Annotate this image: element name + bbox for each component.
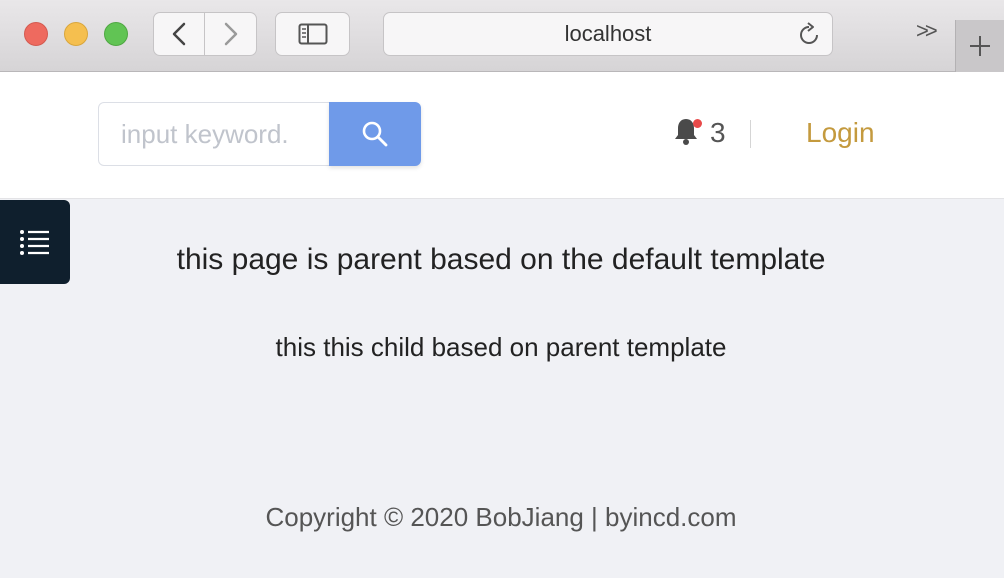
notification-dot: [693, 119, 702, 128]
toolbar-overflow-button[interactable]: >>: [916, 18, 938, 44]
minimize-window-button[interactable]: [64, 22, 88, 46]
notifications-button[interactable]: [672, 116, 702, 146]
parent-template-text: this page is parent based on the default…: [176, 243, 826, 276]
notification-count: 3: [710, 117, 726, 148]
site-header: 3 Login: [0, 72, 1004, 199]
footer-copyright: Copyright © 2020 BobJiang | byincd.com: [265, 502, 737, 532]
close-window-button[interactable]: [24, 22, 48, 46]
search-button[interactable]: [329, 102, 421, 166]
sidebar-icon: [298, 23, 327, 45]
search-input[interactable]: [98, 102, 330, 166]
chevron-right-icon: [224, 22, 237, 46]
login-link[interactable]: Login: [806, 117, 875, 149]
plus-icon: [970, 36, 990, 56]
search-icon: [362, 121, 388, 147]
address-text: localhost: [564, 21, 652, 46]
reload-icon[interactable]: [796, 22, 822, 48]
child-template-text: this this child based on parent template: [275, 332, 727, 362]
forward-button[interactable]: [205, 12, 257, 56]
browser-toolbar: localhost >>: [0, 0, 1004, 72]
new-tab-button[interactable]: [955, 20, 1004, 72]
back-button[interactable]: [153, 12, 205, 56]
maximize-window-button[interactable]: [104, 22, 128, 46]
sidebar-toggle-button[interactable]: [275, 12, 350, 56]
chevron-left-icon: [172, 22, 186, 46]
address-bar[interactable]: localhost: [383, 12, 833, 56]
header-divider: [750, 120, 751, 148]
